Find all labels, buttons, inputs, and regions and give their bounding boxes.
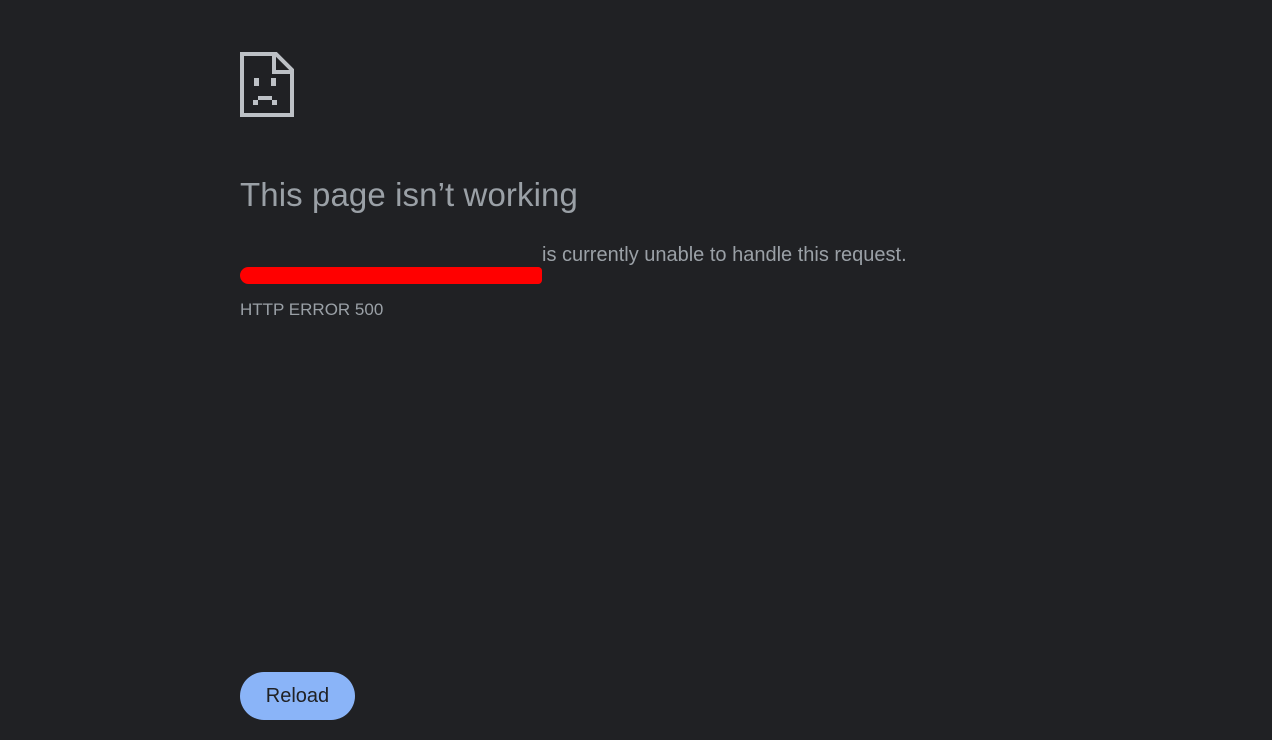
page-title: This page isn’t working [240, 176, 578, 213]
error-code: HTTP ERROR 500 [240, 300, 384, 319]
error-message-text: is currently unable to handle this reque… [542, 244, 907, 266]
reload-button[interactable]: Reload [240, 672, 355, 720]
redaction-mark [240, 267, 542, 284]
error-message: is currently unable to handle this reque… [240, 244, 907, 284]
sad-page-icon [240, 52, 294, 117]
error-page: This page isn’t working is currently una… [240, 0, 1040, 740]
